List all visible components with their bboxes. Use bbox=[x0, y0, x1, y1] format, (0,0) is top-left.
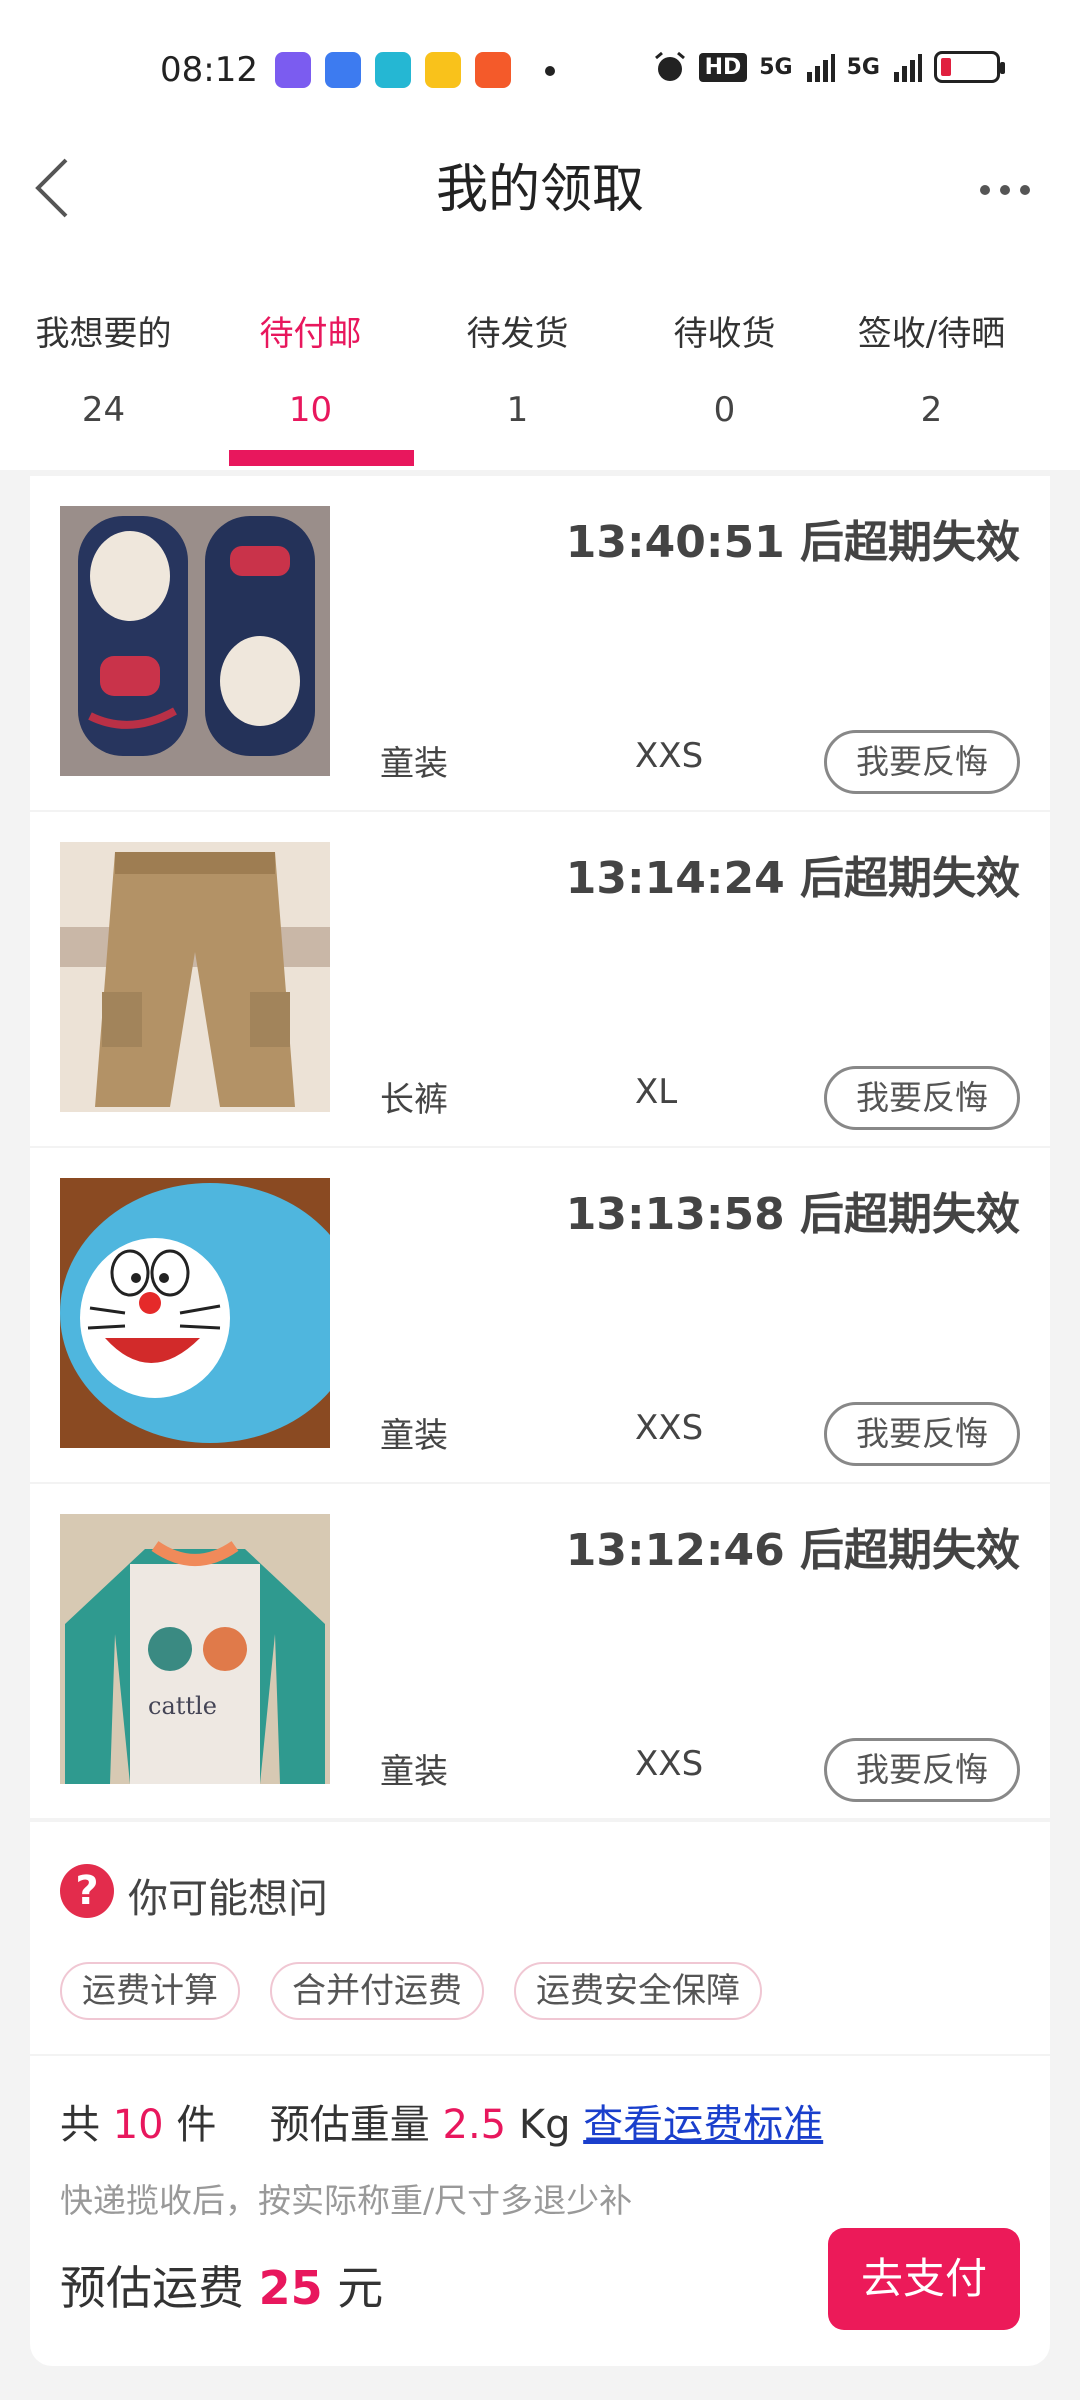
page-title: 我的领取 bbox=[435, 160, 644, 220]
video-app-icon bbox=[275, 52, 311, 88]
hd-badge: HD bbox=[698, 52, 748, 82]
expire-countdown: 13:40:51 后超期失效 bbox=[565, 517, 1020, 568]
tab-label: 签收/待晒 bbox=[857, 314, 1006, 354]
pay-button[interactable]: 去支付 bbox=[828, 2228, 1020, 2330]
item-image-shirt[interactable]: cattle bbox=[60, 1514, 330, 1784]
status-bar: 08:12 HD 5G 5G bbox=[0, 0, 1080, 140]
status-app-icons bbox=[275, 52, 555, 88]
list-item[interactable]: 13:40:51 后超期失效 童装 XXS 我要反悔 bbox=[30, 476, 1050, 810]
tab-signed-review[interactable]: 签收/待晒 2 bbox=[828, 280, 1035, 470]
item-size: XXS bbox=[635, 736, 704, 776]
tab-pending-shipment[interactable]: 待发货 1 bbox=[414, 280, 621, 470]
payment-summary: 共 10 件 预估重量 2.5 Kg 查看运费标准 快递揽收后，按实际称重/尺寸… bbox=[30, 2056, 1050, 2366]
tab-count: 1 bbox=[506, 390, 529, 430]
expire-countdown: 13:13:58 后超期失效 bbox=[565, 1189, 1020, 1240]
tab-label: 待收货 bbox=[673, 314, 776, 354]
kuaishou-icon bbox=[475, 52, 511, 88]
tab-label: 我想要的 bbox=[35, 314, 172, 354]
faq-section: ? 你可能想问 运费计算 合并付运费 运费安全保障 bbox=[30, 1822, 1050, 2054]
question-icon: ? bbox=[60, 1864, 114, 1918]
fee-value: 25 bbox=[258, 2261, 323, 2315]
weight-value: 2.5 bbox=[442, 2102, 507, 2148]
signal-5g-label-2: 5G bbox=[846, 54, 880, 80]
item-image-doraemon-bag[interactable] bbox=[60, 1178, 330, 1448]
total-unit: 件 bbox=[176, 2102, 217, 2148]
notification-dot-icon bbox=[545, 66, 555, 76]
item-size: XXS bbox=[635, 1408, 704, 1448]
expire-countdown: 13:12:46 后超期失效 bbox=[565, 1525, 1020, 1576]
more-button[interactable] bbox=[980, 170, 1040, 210]
signal-icon bbox=[806, 54, 835, 82]
tab-wanted[interactable]: 我想要的 24 bbox=[0, 280, 207, 470]
more-dot-icon bbox=[980, 185, 990, 195]
regret-button[interactable]: 我要反悔 bbox=[824, 1066, 1020, 1130]
total-prefix: 共 bbox=[60, 2102, 100, 2148]
total-count: 10 bbox=[112, 2102, 164, 2148]
item-list: 13:40:51 后超期失效 童装 XXS 我要反悔 13:14:24 后超期失… bbox=[30, 476, 1050, 1820]
item-category: 童装 bbox=[380, 1752, 448, 1792]
status-right: HD 5G 5G bbox=[653, 50, 1005, 84]
nav-bar: 我的领取 bbox=[0, 140, 1080, 280]
list-item[interactable]: 13:14:24 后超期失效 长裤 XL 我要反悔 bbox=[30, 812, 1050, 1146]
faq-chip-merge-shipping[interactable]: 合并付运费 bbox=[270, 1962, 484, 2020]
fee-label: 预估运费 bbox=[60, 2261, 244, 2315]
tieba-icon bbox=[325, 52, 361, 88]
item-image-shoes[interactable] bbox=[60, 506, 330, 776]
tab-label: 待发货 bbox=[466, 314, 569, 354]
signal-icon-2 bbox=[894, 54, 922, 82]
pants-image bbox=[60, 842, 330, 1112]
item-size: XL bbox=[635, 1072, 678, 1112]
faq-chip-shipping-calc[interactable]: 运费计算 bbox=[60, 1962, 240, 2020]
shoes-image bbox=[60, 506, 330, 776]
faq-chip-shipping-guarantee[interactable]: 运费安全保障 bbox=[514, 1962, 762, 2020]
tab-count: 0 bbox=[713, 390, 736, 430]
svg-text:cattle: cattle bbox=[148, 1692, 217, 1720]
battery-icon bbox=[934, 51, 1005, 83]
doraemon-bag-image bbox=[60, 1178, 330, 1448]
item-size: XXS bbox=[635, 1744, 704, 1784]
alarm-icon bbox=[654, 51, 685, 81]
estimated-fee: 预估运费 25 元 bbox=[60, 2252, 383, 2318]
order-tabs: 我想要的 24 待付邮 10 待发货 1 待收货 0 签收/待晒 2 bbox=[0, 280, 1080, 470]
shipping-standard-link[interactable]: 查看运费标准 bbox=[583, 2102, 823, 2148]
list-item[interactable]: 13:13:58 后超期失效 童装 XXS 我要反悔 bbox=[30, 1148, 1050, 1482]
signal-5g-label: 5G bbox=[759, 54, 793, 80]
video-play-icon bbox=[375, 52, 411, 88]
item-category: 长裤 bbox=[380, 1080, 448, 1120]
meituan-icon bbox=[425, 52, 461, 88]
status-time: 08:12 bbox=[160, 50, 258, 90]
tab-count: 24 bbox=[81, 390, 126, 430]
weight-label: 预估重量 bbox=[269, 2102, 430, 2148]
tab-count: 10 bbox=[288, 390, 333, 430]
more-dot-icon bbox=[1020, 185, 1030, 195]
item-category: 童装 bbox=[380, 1416, 448, 1456]
shirt-image: cattle bbox=[60, 1514, 330, 1784]
regret-button[interactable]: 我要反悔 bbox=[824, 730, 1020, 794]
shipping-hint: 快递揽收后，按实际称重/尺寸多退少补 bbox=[60, 2181, 633, 2220]
tab-pending-postage[interactable]: 待付邮 10 bbox=[207, 280, 414, 470]
tab-pending-receipt[interactable]: 待收货 0 bbox=[621, 280, 828, 470]
item-image-pants[interactable] bbox=[60, 842, 330, 1112]
list-item[interactable]: cattle 13:12:46 后超期失效 童装 XXS 我要反悔 bbox=[30, 1484, 1050, 1818]
tab-label: 待付邮 bbox=[259, 314, 362, 354]
more-dot-icon bbox=[1000, 185, 1010, 195]
tab-count: 2 bbox=[920, 390, 943, 430]
item-category: 童装 bbox=[380, 744, 448, 784]
faq-chips: 运费计算 合并付运费 运费安全保障 bbox=[60, 1962, 762, 2020]
summary-line: 共 10 件 预估重量 2.5 Kg 查看运费标准 bbox=[60, 2092, 823, 2150]
fee-unit: 元 bbox=[337, 2261, 384, 2315]
regret-button[interactable]: 我要反悔 bbox=[824, 1402, 1020, 1466]
expire-countdown: 13:14:24 后超期失效 bbox=[565, 853, 1020, 904]
weight-unit: Kg bbox=[518, 2102, 571, 2148]
regret-button[interactable]: 我要反悔 bbox=[824, 1738, 1020, 1802]
faq-title: 你可能想问 bbox=[128, 1876, 328, 1922]
